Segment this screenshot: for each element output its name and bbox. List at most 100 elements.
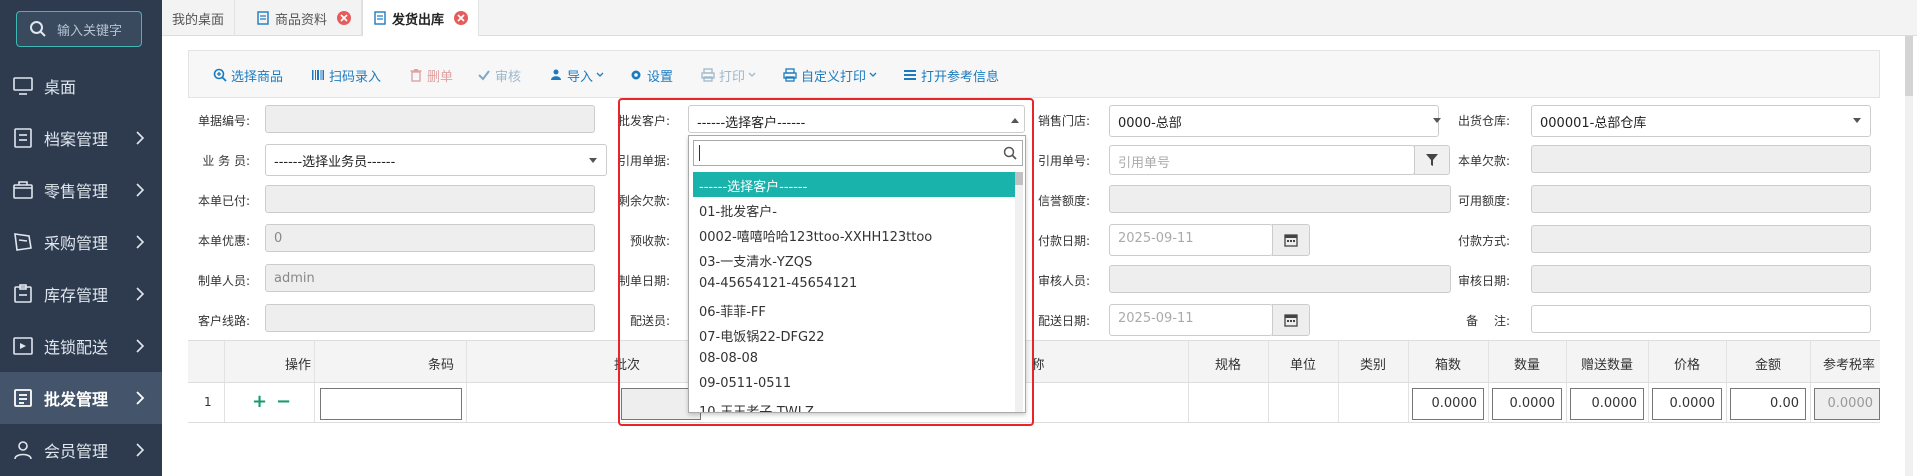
sidebar-nav: 桌面 档案管理 零售管理 采购管理 库存管理 连锁配送 批发管理 会员管理 (0, 60, 162, 476)
audit-button[interactable]: 审核 (477, 66, 521, 85)
gift-qty-value: 0.0000 (1591, 396, 1638, 411)
customer-option[interactable]: 06-菲菲-FF (693, 297, 1015, 322)
customer-option[interactable]: 08-08-08 (693, 347, 1015, 372)
open-reference-button[interactable]: 打开参考信息 (903, 66, 999, 85)
boxes-value: 0.0000 (1431, 396, 1478, 411)
col-spec: 规格 (1214, 358, 1241, 373)
delete-button[interactable]: 删单 (409, 66, 453, 85)
delivery-date-calendar-button[interactable] (1272, 304, 1310, 336)
amount-cell-input[interactable]: 0.00 (1730, 388, 1806, 420)
page-scrollbar[interactable] (1905, 36, 1913, 476)
print-button[interactable]: 打印 (701, 66, 756, 85)
remove-row-button[interactable]: − (276, 391, 291, 412)
custom-print-button[interactable]: 自定义打印 (783, 66, 877, 85)
pay-date-value: 2025-09-11 (1118, 231, 1194, 246)
select-goods-label: 选择商品 (231, 69, 284, 85)
calendar-icon (1284, 234, 1298, 247)
import-button[interactable]: 导入 (549, 66, 604, 85)
delivery-date-input[interactable]: 2025-09-11 (1109, 304, 1273, 336)
scrollbar-thumb[interactable] (1905, 36, 1913, 96)
close-icon[interactable] (454, 11, 469, 25)
caret-down-icon (1853, 118, 1861, 123)
tax-cell-input[interactable]: 0.0000 (1814, 388, 1880, 420)
qty-value: 0.0000 (1509, 396, 1556, 411)
qty-cell-input[interactable]: 0.0000 (1492, 388, 1562, 420)
discount-value: 0 (274, 231, 283, 246)
avail-input[interactable] (1531, 185, 1871, 213)
tab-goods-info[interactable]: 商品资料 (246, 0, 363, 36)
customer-dropdown-search-input[interactable] (693, 140, 1023, 166)
owed-input[interactable] (1531, 145, 1871, 173)
text-cursor (699, 145, 700, 161)
gift-qty-cell-input[interactable]: 0.0000 (1570, 388, 1644, 420)
customer-option[interactable]: 10-王王老子-TWLZ (693, 397, 1015, 412)
remark-label: 备 注: (1466, 314, 1510, 328)
boxes-cell-input[interactable]: 0.0000 (1412, 388, 1484, 420)
customer-option[interactable]: 07-电饭锅22-DFG22 (693, 322, 1015, 347)
wholesale-icon (14, 389, 32, 407)
sidebar-search-input[interactable]: 输入关键字 (16, 11, 142, 47)
sidebar: 输入关键字 桌面 档案管理 零售管理 采购管理 库存管理 连锁配送 批发管理 会… (0, 0, 162, 476)
customer-option[interactable]: 09-0511-0511 (693, 372, 1015, 397)
scan-entry-button[interactable]: 扫码录入 (311, 66, 382, 85)
price-cell-input[interactable]: 0.0000 (1652, 388, 1722, 420)
col-gift-qty: 赠送数量 (1580, 358, 1633, 373)
chevron-right-icon (136, 339, 145, 353)
ref-no-input[interactable]: 引用单号 (1109, 145, 1415, 175)
customer-option[interactable]: ------选择客户------ (693, 172, 1015, 197)
tab-shipment-out[interactable]: 发货出库 (362, 0, 480, 36)
pay-date-input[interactable]: 2025-09-11 (1109, 224, 1273, 256)
pay-method-input[interactable] (1531, 225, 1871, 253)
scan-entry-label: 扫码录入 (329, 69, 382, 85)
discount-label: 本单优惠: (197, 234, 250, 248)
salesman-select-value: ------选择业务员------ (274, 155, 396, 170)
sidebar-item-delivery[interactable]: 连锁配送 (0, 320, 162, 372)
pay-date-calendar-button[interactable] (1272, 224, 1310, 256)
customer-option[interactable]: 03-一支清水-YZQS (693, 247, 1015, 272)
customer-option[interactable]: 01-批发客户- (693, 197, 1015, 222)
paid-input[interactable] (265, 185, 595, 213)
dropdown-scrollbar-thumb[interactable] (1015, 172, 1023, 185)
sidebar-item-archive[interactable]: 档案管理 (0, 112, 162, 164)
audit-date-input[interactable] (1531, 265, 1871, 293)
tab-label: 发货出库 (392, 12, 445, 28)
sidebar-item-purchase[interactable]: 采购管理 (0, 216, 162, 268)
credit-input[interactable] (1109, 185, 1451, 213)
auditor-input[interactable] (1109, 265, 1451, 293)
document-icon (374, 11, 386, 25)
sidebar-item-label: 会员管理 (44, 442, 109, 461)
sidebar-item-retail[interactable]: 零售管理 (0, 164, 162, 216)
warehouse-select[interactable]: 000001-总部仓库 (1531, 105, 1871, 137)
ref-no-label: 引用单号: (1037, 154, 1090, 168)
user-import-icon (551, 69, 561, 80)
customer-option[interactable]: 04-45654121-45654121 (693, 272, 1015, 297)
maker-input[interactable]: admin (265, 264, 595, 292)
barcode-cell-input[interactable] (320, 388, 462, 420)
settings-button[interactable]: 设置 (629, 66, 673, 85)
filter-button[interactable] (1414, 145, 1450, 175)
inventory-icon (14, 284, 32, 303)
close-icon[interactable] (337, 11, 352, 25)
sidebar-item-wholesale[interactable]: 批发管理 (0, 372, 162, 424)
select-goods-button[interactable]: 选择商品 (213, 66, 284, 85)
customer-option[interactable]: 0002-嘻嘻哈哈123ttoo-XXHH123ttoo (693, 222, 1015, 247)
store-select[interactable]: 0000-总部 (1109, 105, 1439, 137)
sidebar-item-desktop[interactable]: 桌面 (0, 60, 162, 112)
remark-input[interactable] (1531, 305, 1871, 333)
sidebar-item-inventory[interactable]: 库存管理 (0, 268, 162, 320)
grid-header: 操作 条码 批次 自 称 规格 单位 类别 箱数 数量 赠送数量 价格 金额 参… (188, 341, 1880, 383)
dropdown-scrollbar[interactable] (1015, 172, 1023, 412)
tab-my-desktop[interactable]: 我的桌面 (162, 0, 236, 36)
salesman-select[interactable]: ------选择业务员------ (265, 144, 607, 176)
retail-icon (13, 181, 33, 199)
route-input[interactable] (265, 304, 595, 332)
main-content: 选择商品 扫码录入 删单 审核 导入 设置 打印 自定义打印 打开参考信息 单据… (188, 50, 1880, 470)
add-row-button[interactable]: + (252, 391, 267, 412)
warehouse-select-value: 000001-总部仓库 (1540, 116, 1647, 131)
sidebar-item-member[interactable]: 会员管理 (0, 424, 162, 476)
trash-icon (410, 69, 422, 82)
discount-input[interactable]: 0 (265, 224, 595, 252)
col-tax: 参考税率 (1822, 358, 1875, 373)
doc-no-input[interactable] (265, 105, 595, 133)
customer-option-list: ------选择客户------ 01-批发客户- 0002-嘻嘻哈哈123tt… (693, 172, 1015, 412)
